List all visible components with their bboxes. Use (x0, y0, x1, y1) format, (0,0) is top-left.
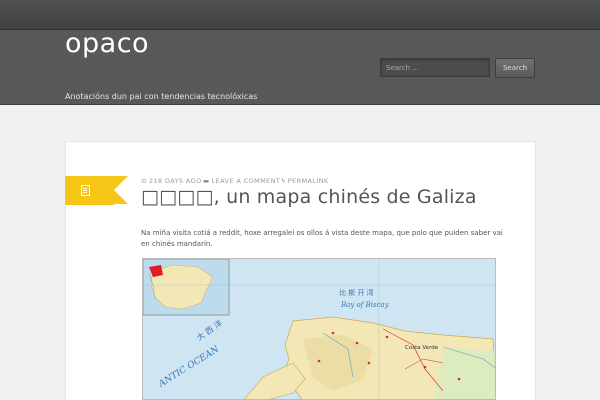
map-label-cn-bay: 比 斯 开 湾 (339, 288, 374, 297)
post-map-image: 比 斯 开 湾 Bay of Biscay 大 西 洋 ANTIC OCEAN … (142, 258, 496, 400)
post-date-label: 218 DAYS AGO (148, 177, 202, 185)
post-title[interactable]: □□□□, un mapa chinés de Galiza (141, 186, 477, 208)
leave-comment-link[interactable]: ▬ LEAVE A COMMENT (203, 177, 280, 185)
post-excerpt: Na miña visita cotiá a reddit, hoxe arre… (141, 229, 503, 248)
clock-icon: ⊙ (141, 177, 147, 185)
map-label-costa: Costa Verde (405, 345, 439, 351)
comment-icon: ▬ (203, 177, 210, 185)
document-icon (81, 185, 90, 196)
post-date[interactable]: ⊙ 218 DAYS AGO (141, 177, 202, 185)
search-button[interactable]: Search (495, 58, 535, 78)
top-bar (0, 0, 600, 30)
permalink-link[interactable]: ϟ PERMALINK (281, 177, 329, 185)
leave-comment-label: LEAVE A COMMENT (211, 177, 281, 185)
search-input[interactable] (380, 58, 490, 77)
site-description: Anotacións dun pai con tendencias tecnol… (65, 92, 258, 101)
map-label-bay: Bay of Biscay (340, 301, 390, 309)
map-graphic: 比 斯 开 湾 Bay of Biscay 大 西 洋 ANTIC OCEAN … (143, 259, 495, 399)
bolt-icon: ϟ (281, 177, 286, 185)
permalink-label: PERMALINK (287, 177, 329, 185)
site-title[interactable]: opaco (65, 28, 149, 59)
